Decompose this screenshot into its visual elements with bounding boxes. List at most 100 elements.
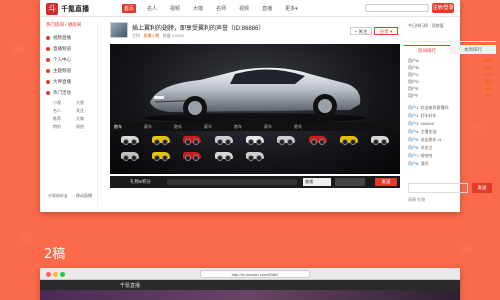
mobile-live-link[interactable]: 移动直播: [76, 193, 92, 199]
nav-item[interactable]: 大咖: [191, 4, 205, 13]
chat-user[interactable]: 用户1:: [408, 105, 419, 110]
nav-item[interactable]: 视频: [237, 4, 251, 13]
car-gift-icon[interactable]: [208, 134, 239, 145]
rank-value: 400: [485, 86, 492, 91]
sidebar-subitem[interactable]: 原创: [76, 124, 97, 130]
sidebar-item[interactable]: 个人中心: [46, 54, 97, 65]
car-gift-icon[interactable]: [114, 150, 145, 161]
host-avatar[interactable]: [110, 22, 128, 38]
rank-row[interactable]: 用户E 400: [408, 85, 492, 92]
player-controls: 礼物&积分 普通 发送: [110, 176, 400, 188]
site-logo[interactable]: 斗 千氪直播: [46, 2, 92, 15]
search-input[interactable]: [365, 4, 429, 12]
danmaku-input[interactable]: [167, 179, 297, 185]
maximize-icon[interactable]: [60, 272, 65, 277]
main-nav: 首页 名人 视频 大咖 名师 视频 直播 更多▾: [122, 4, 309, 13]
sidebar-item[interactable]: 直播频道: [46, 43, 97, 54]
chat-text: 送出跑车 x1: [420, 137, 442, 142]
background-pattern: ◎: [460, 240, 473, 256]
car-gift-icon[interactable]: [114, 134, 145, 145]
chat-user[interactable]: 用户7:: [408, 153, 419, 158]
rank-value: 500: [485, 79, 492, 84]
chat-user[interactable]: 用户4:: [408, 129, 419, 134]
sidebar-subitem[interactable]: 大咖: [76, 116, 97, 122]
chat-list: 用户1: 欢迎来到直播间 用户2: 好车好车 用户3: 666666 用户4: 主播加…: [404, 102, 496, 170]
car-gift-icon[interactable]: [177, 150, 208, 161]
follow-button[interactable]: + 关注: [350, 27, 372, 35]
nav-item[interactable]: 名人: [145, 4, 159, 13]
send-danmaku-button[interactable]: 发送: [375, 178, 397, 186]
sidebar-subitem[interactable]: 小视: [53, 100, 74, 106]
nav-item[interactable]: 名师: [214, 4, 228, 13]
nav-item[interactable]: 首页: [122, 4, 137, 13]
chat-user[interactable]: 用户2:: [408, 113, 419, 118]
rank-row[interactable]: 用户C 600: [408, 71, 492, 78]
car-gift-icon[interactable]: [177, 134, 208, 145]
chat-user[interactable]: 用户3:: [408, 121, 419, 126]
car-gift-icon[interactable]: [239, 134, 270, 145]
chat-input[interactable]: [408, 183, 468, 193]
chat-user[interactable]: 用户8:: [408, 161, 419, 166]
sidebar-item-label: 大神直播: [53, 78, 71, 84]
share-button[interactable]: 分享 ▾: [374, 27, 398, 35]
chat-user[interactable]: 用户5:: [408, 137, 419, 142]
car-gift-icon[interactable]: [333, 134, 364, 145]
register-button[interactable]: 注册/登录: [432, 3, 454, 13]
nav-item[interactable]: 更多▾: [283, 4, 300, 13]
car-gift-icon[interactable]: [145, 150, 176, 161]
video-player[interactable]: 跑车 豪车 跑车 豪车 跑车 豪车 跑车: [110, 44, 400, 174]
close-icon[interactable]: [46, 272, 51, 277]
sidebar-subitem[interactable]: 大视: [76, 100, 97, 106]
sidebar-footer: 分享给好友 移动直播: [48, 193, 92, 199]
sidebar-subitem[interactable]: 特别: [53, 124, 74, 130]
address-bar[interactable]: http://tv.domain.com/8080/: [200, 270, 310, 278]
chat-message: 用户5: 送出跑车 x1: [408, 136, 492, 144]
share-friends-link[interactable]: 分享给好友: [48, 193, 68, 199]
car-gift-icon[interactable]: [365, 134, 396, 145]
rank-tabs: 房间排行 本周排行: [404, 45, 496, 54]
bullet-icon: [46, 79, 50, 84]
car-gift-icon[interactable]: [302, 134, 333, 145]
car-gift-icon[interactable]: [208, 150, 239, 161]
color-select[interactable]: [335, 178, 365, 186]
gift-tab[interactable]: 豪车: [144, 124, 152, 130]
chat-send-button[interactable]: 发送: [472, 183, 492, 193]
gift-tab[interactable]: 跑车: [174, 124, 182, 130]
car-gift-icon[interactable]: [239, 150, 270, 161]
mode-select[interactable]: 普通: [303, 178, 331, 186]
sidebar-subitem[interactable]: 推荐: [53, 116, 74, 122]
gift-points-label[interactable]: 礼物&积分: [130, 179, 151, 185]
tab-week-rank[interactable]: 本周排行: [450, 45, 496, 54]
rank-row[interactable]: 用户D 500: [408, 78, 492, 85]
gift-tab[interactable]: 跑车: [114, 124, 122, 130]
car-video-frame: [145, 67, 365, 123]
gift-tab[interactable]: 跑车: [234, 124, 242, 130]
minimize-icon[interactable]: [53, 272, 58, 277]
browser-titlebar: http://tv.domain.com/8080/: [40, 268, 460, 280]
nav-item[interactable]: 直播: [260, 4, 274, 13]
site-header: 斗 千氪直播 首页 名人 视频 大咖 名师 视频 直播 更多▾ 注册/登录: [40, 0, 460, 17]
chat-toolbar[interactable]: 表情 礼物: [408, 197, 425, 203]
sidebar-item[interactable]: 视频直播: [46, 32, 97, 43]
rank-row[interactable]: 用户A 1000: [408, 57, 492, 64]
car-gift-icon[interactable]: [271, 134, 302, 145]
nav-item[interactable]: 视频: [168, 4, 182, 13]
rank-row[interactable]: 用户F 300: [408, 92, 492, 99]
bullet-icon: [46, 46, 50, 51]
chat-user[interactable]: 用户6:: [408, 145, 419, 150]
gift-tab[interactable]: 豪车: [264, 124, 272, 130]
rank-value: 600: [485, 72, 492, 77]
sidebar-item[interactable]: 主题频道: [46, 65, 97, 76]
rank-value: 300: [485, 93, 492, 98]
sidebar-subitem[interactable]: 关注: [76, 108, 97, 114]
gift-tab[interactable]: 跑车: [294, 124, 302, 130]
tab-room-rank[interactable]: 房间排行: [404, 45, 450, 54]
sidebar-item[interactable]: 大神直播: [46, 76, 97, 87]
rank-row[interactable]: 用户B 800: [408, 64, 492, 71]
gift-tab[interactable]: 豪车: [204, 124, 212, 130]
car-gift-icon[interactable]: [145, 134, 176, 145]
sidebar-subitem[interactable]: 名人: [53, 108, 74, 114]
chat-message: 用户1: 欢迎来到直播间: [408, 104, 492, 112]
sidebar-top-link[interactable]: 热门房间 / 进房间: [46, 22, 97, 28]
sidebar-item[interactable]: 热门活动: [46, 87, 97, 98]
